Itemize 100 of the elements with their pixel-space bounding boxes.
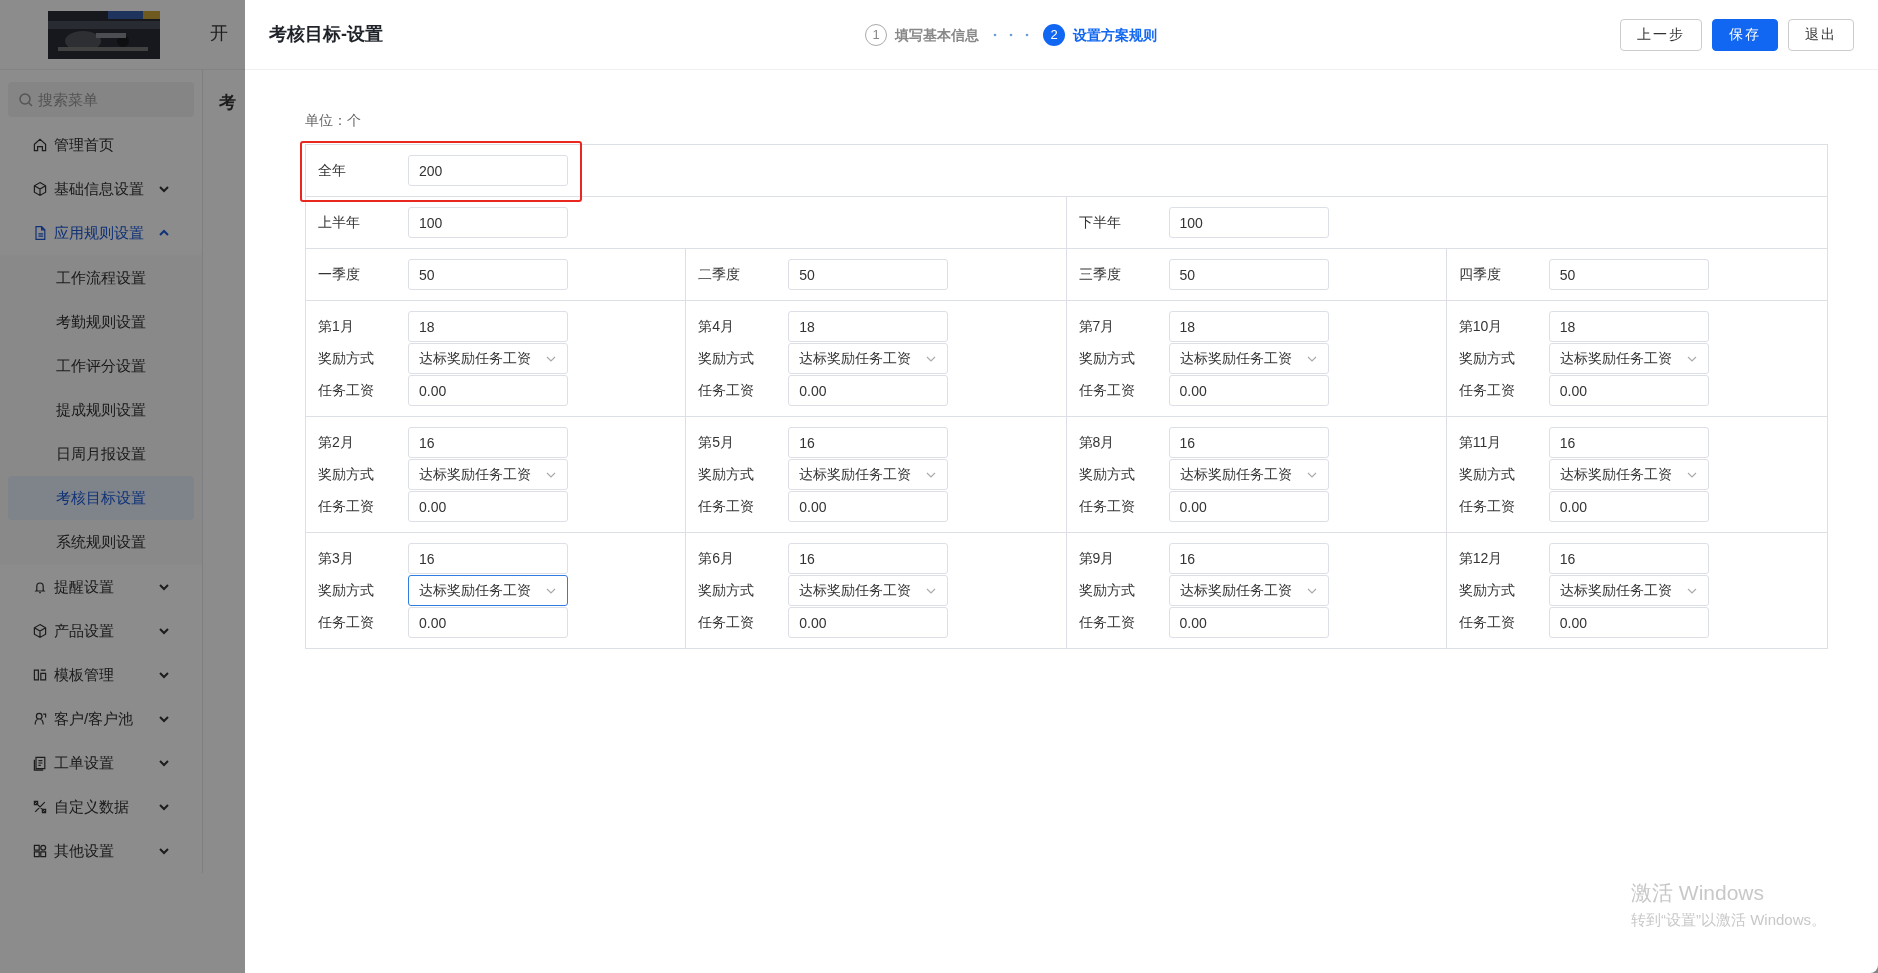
select-field[interactable]: 达标奖励任务工资 — [1548, 343, 1709, 374]
menu-item[interactable]: 自定义数据 — [0, 785, 202, 829]
field-label: 第12月 — [1458, 549, 1504, 568]
menu-icon — [32, 579, 48, 595]
input-field[interactable]: 0.00 — [408, 607, 568, 638]
field-label: 奖励方式 — [1078, 465, 1136, 484]
input-field[interactable]: 50 — [1168, 259, 1329, 290]
chevron-icon — [158, 757, 170, 769]
field-label: 任务工资 — [318, 381, 375, 400]
submenu-item[interactable]: 系统规则设置 — [8, 520, 194, 564]
input-field[interactable]: 16 — [788, 427, 949, 458]
field-label: 任务工资 — [1458, 497, 1516, 516]
menu-item[interactable]: 应用规则设置 — [0, 211, 202, 255]
chevron-icon — [158, 183, 170, 195]
field-label: 全年 — [318, 161, 347, 180]
menu-item[interactable]: 工单设置 — [0, 741, 202, 785]
button[interactable]: 保存 — [1712, 18, 1778, 51]
select-field[interactable]: 达标奖励任务工资 — [408, 459, 568, 490]
field-label: 奖励方式 — [1458, 349, 1516, 368]
input-field[interactable]: 0.00 — [788, 375, 949, 406]
menu-item[interactable]: 基础信息设置 — [0, 167, 202, 211]
field-label: 任务工资 — [318, 497, 375, 516]
field-label: 第3月 — [318, 549, 355, 568]
menu-item[interactable]: 其他设置 — [0, 829, 202, 873]
input-field[interactable]: 16 — [1168, 427, 1329, 458]
field-label: 奖励方式 — [1458, 581, 1516, 600]
select-field[interactable]: 达标奖励任务工资 — [1548, 575, 1709, 606]
unit-label: 单位：个 — [305, 111, 362, 130]
select-field[interactable]: 达标奖励任务工资 — [1168, 459, 1329, 490]
input-field[interactable]: 0.00 — [1168, 375, 1329, 406]
field-label: 第8月 — [1078, 433, 1116, 452]
input-field[interactable]: 0.00 — [408, 491, 568, 522]
field-label: 任务工资 — [1078, 497, 1136, 516]
select-field[interactable]: 达标奖励任务工资 — [408, 343, 568, 374]
input-field[interactable]: 50 — [788, 259, 949, 290]
input-field[interactable]: 0.00 — [1168, 491, 1329, 522]
field-label: 第5月 — [698, 433, 736, 452]
input-field[interactable]: 50 — [408, 259, 568, 290]
input-field[interactable]: 16 — [408, 543, 568, 574]
input-field[interactable]: 18 — [1168, 311, 1329, 342]
menu-icon — [32, 799, 48, 815]
submenu-item[interactable]: 提成规则设置 — [8, 388, 194, 432]
input-field[interactable]: 16 — [1168, 543, 1329, 574]
submenu-item[interactable]: 考勤规则设置 — [8, 300, 194, 344]
field-label: 任务工资 — [318, 613, 375, 632]
field-label: 奖励方式 — [318, 349, 375, 368]
field-label: 下半年 — [1078, 213, 1122, 232]
input-field[interactable]: 16 — [408, 427, 568, 458]
chevron-icon — [158, 801, 170, 813]
input-field[interactable]: 18 — [408, 311, 568, 342]
input-field[interactable]: 0.00 — [1168, 607, 1329, 638]
field-label: 奖励方式 — [698, 581, 756, 600]
submenu-item[interactable]: 日周月报设置 — [8, 432, 194, 476]
menu-icon — [32, 181, 48, 197]
field-label: 奖励方式 — [1078, 581, 1136, 600]
field-label: 任务工资 — [1078, 613, 1136, 632]
input-field[interactable]: 0.00 — [408, 375, 568, 406]
select-field[interactable]: 达标奖励任务工资 — [1548, 459, 1709, 490]
field-label: 奖励方式 — [318, 465, 375, 484]
menu-item[interactable]: 客户/客户池 — [0, 697, 202, 741]
submenu-item[interactable]: 工作流程设置 — [8, 256, 194, 300]
select-field[interactable]: 达标奖励任务工资 — [788, 343, 949, 374]
field-label: 四季度 — [1458, 265, 1502, 284]
field-label: 第11月 — [1458, 433, 1503, 452]
drawer-title: 考核目标-设置 — [269, 23, 384, 46]
menu-item[interactable]: 管理首页 — [0, 123, 202, 167]
input-field[interactable]: 0.00 — [1548, 607, 1709, 638]
step-number: 2 — [1043, 24, 1065, 46]
field-label: 奖励方式 — [318, 581, 375, 600]
input-field[interactable]: 0.00 — [788, 607, 949, 638]
input-field[interactable]: 16 — [1548, 427, 1709, 458]
input-field[interactable]: 200 — [408, 155, 568, 186]
field-label: 第1月 — [318, 317, 355, 336]
menu-item[interactable]: 模板管理 — [0, 653, 202, 697]
select-field[interactable]: 达标奖励任务工资 — [1168, 575, 1329, 606]
input-field[interactable]: 100 — [1168, 207, 1329, 238]
menu-item[interactable]: 提醒设置 — [0, 565, 202, 609]
button[interactable]: 上一步 — [1620, 18, 1702, 51]
input-field[interactable]: 16 — [788, 543, 949, 574]
field-label: 第9月 — [1078, 549, 1116, 568]
button[interactable]: 退出 — [1788, 18, 1854, 51]
chevron-icon — [158, 581, 170, 593]
field-label: 奖励方式 — [1078, 349, 1136, 368]
input-field[interactable]: 0.00 — [1548, 375, 1709, 406]
select-field[interactable]: 达标奖励任务工资 — [788, 459, 949, 490]
input-field[interactable]: 18 — [788, 311, 949, 342]
submenu-item[interactable]: 工作评分设置 — [8, 344, 194, 388]
field-label: 奖励方式 — [1458, 465, 1516, 484]
select-field[interactable]: 达标奖励任务工资 — [788, 575, 949, 606]
input-field[interactable]: 0.00 — [788, 491, 949, 522]
input-field[interactable]: 18 — [1548, 311, 1709, 342]
input-field[interactable]: 50 — [1548, 259, 1709, 290]
field-label: 任务工资 — [1458, 381, 1516, 400]
select-field[interactable]: 达标奖励任务工资 — [1168, 343, 1329, 374]
select-field[interactable]: 达标奖励任务工资 — [408, 575, 568, 606]
input-field[interactable]: 16 — [1548, 543, 1709, 574]
menu-item[interactable]: 产品设置 — [0, 609, 202, 653]
input-field[interactable]: 100 — [408, 207, 568, 238]
search-icon — [18, 92, 34, 108]
input-field[interactable]: 0.00 — [1548, 491, 1709, 522]
